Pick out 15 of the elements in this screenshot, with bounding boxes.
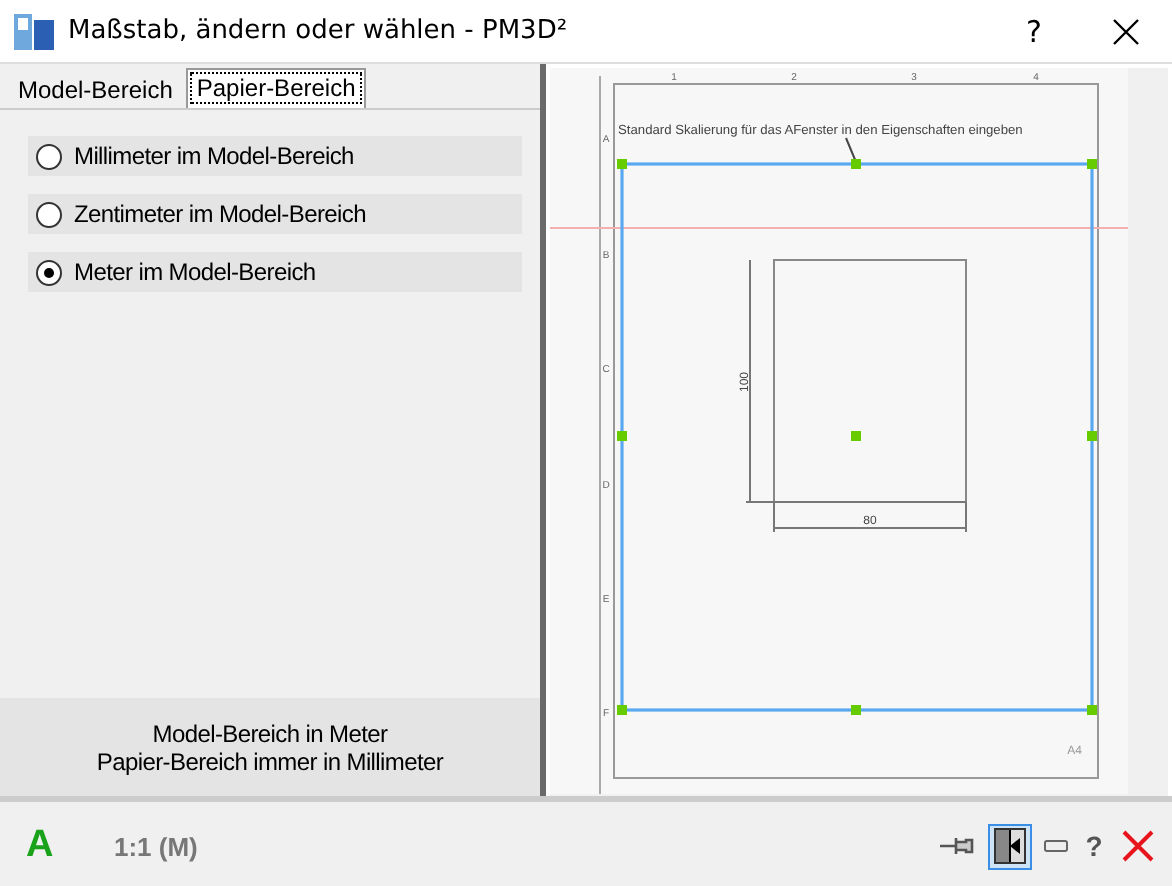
help-button[interactable]: ? xyxy=(1080,830,1108,862)
mode-indicator: A xyxy=(26,824,56,868)
option-label: Zentimeter im Model-Bereich xyxy=(74,200,366,228)
tab[interactable]: Model-Bereich xyxy=(8,72,183,108)
window-title: Maßstab, ändern oder wählen - PM3D² xyxy=(68,16,570,46)
option-label: Meter im Model-Bereich xyxy=(74,258,316,286)
option-label: Millimeter im Model-Bereich xyxy=(74,142,354,170)
radio-option[interactable]: Millimeter im Model-Bereich xyxy=(28,136,522,176)
radio-option[interactable]: Meter im Model-Bereich xyxy=(28,252,522,292)
help-button[interactable]: ? xyxy=(988,13,1080,49)
info-text: Papier-Bereich immer in Millimeter xyxy=(96,747,444,775)
info-text: Model-Bereich in Meter xyxy=(152,719,388,747)
radio-option[interactable]: Zentimeter im Model-Bereich xyxy=(28,194,522,234)
tab[interactable]: Papier-Bereich xyxy=(186,68,366,108)
scale-label: 1:1 (M) xyxy=(114,831,200,861)
